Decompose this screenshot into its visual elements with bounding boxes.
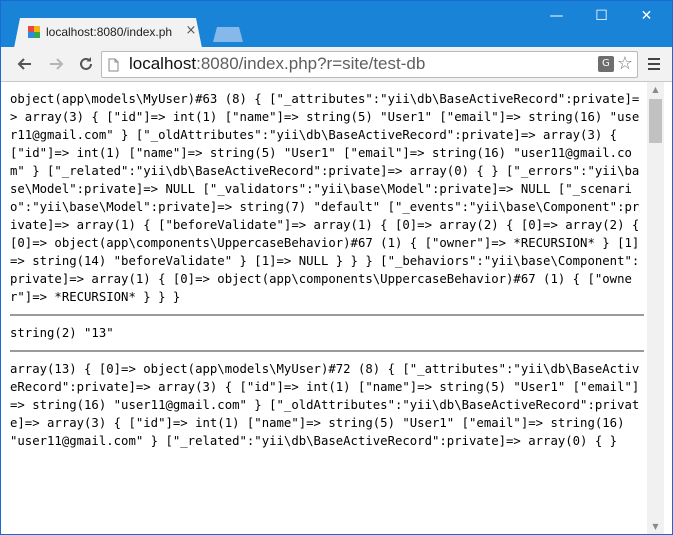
star-icon[interactable]: ☆ xyxy=(617,54,633,74)
var-dump-array: array(13) { [0]=> object(app\models\MyUs… xyxy=(10,362,640,448)
forward-icon[interactable] xyxy=(43,51,69,77)
maximize-button[interactable]: ☐ xyxy=(579,1,624,31)
new-tab-button[interactable] xyxy=(213,27,243,42)
vertical-scrollbar[interactable]: ▲ ▼ xyxy=(647,82,664,534)
browser-toolbar: localhost:8080/index.php?r=site/test-db … xyxy=(1,47,672,82)
address-bar[interactable]: localhost:8080/index.php?r=site/test-db … xyxy=(101,51,638,78)
horizontal-rule xyxy=(10,350,644,352)
scroll-down-arrow-icon[interactable]: ▼ xyxy=(647,519,664,534)
back-icon[interactable] xyxy=(12,51,38,77)
reload-icon[interactable] xyxy=(73,51,99,77)
browser-window: localhost:8080/index.ph × — ☐ ✕ localhos… xyxy=(0,0,673,535)
url-path: :8080/index.php?r=site/test-db xyxy=(196,54,426,73)
scroll-up-arrow-icon[interactable]: ▲ xyxy=(647,82,664,97)
var-dump-object: object(app\models\MyUser)#63 (8) { ["_at… xyxy=(10,92,640,304)
tab-title: localhost:8080/index.ph xyxy=(46,25,173,39)
minimize-button[interactable]: — xyxy=(534,1,579,31)
translate-icon[interactable]: G xyxy=(597,56,614,72)
horizontal-rule xyxy=(10,314,644,316)
page-icon xyxy=(108,57,119,72)
omnibox-actions: G ☆ xyxy=(597,54,633,74)
scrollbar-thumb[interactable] xyxy=(649,99,662,143)
title-bar: localhost:8080/index.ph × — ☐ ✕ xyxy=(1,1,672,48)
browser-tab[interactable]: localhost:8080/index.ph × xyxy=(14,18,202,48)
page-viewport: object(app\models\MyUser)#63 (8) { ["_at… xyxy=(1,82,672,534)
tab-close-icon[interactable]: × xyxy=(185,23,197,39)
close-window-button[interactable]: ✕ xyxy=(624,1,669,31)
page-content: object(app\models\MyUser)#63 (8) { ["_at… xyxy=(10,90,644,450)
url-text: localhost:8080/index.php?r=site/test-db xyxy=(129,54,425,74)
menu-icon[interactable] xyxy=(642,51,666,77)
var-dump-count: string(2) "13" xyxy=(10,326,114,340)
url-host: localhost xyxy=(129,54,197,73)
favicon-icon xyxy=(28,26,40,38)
